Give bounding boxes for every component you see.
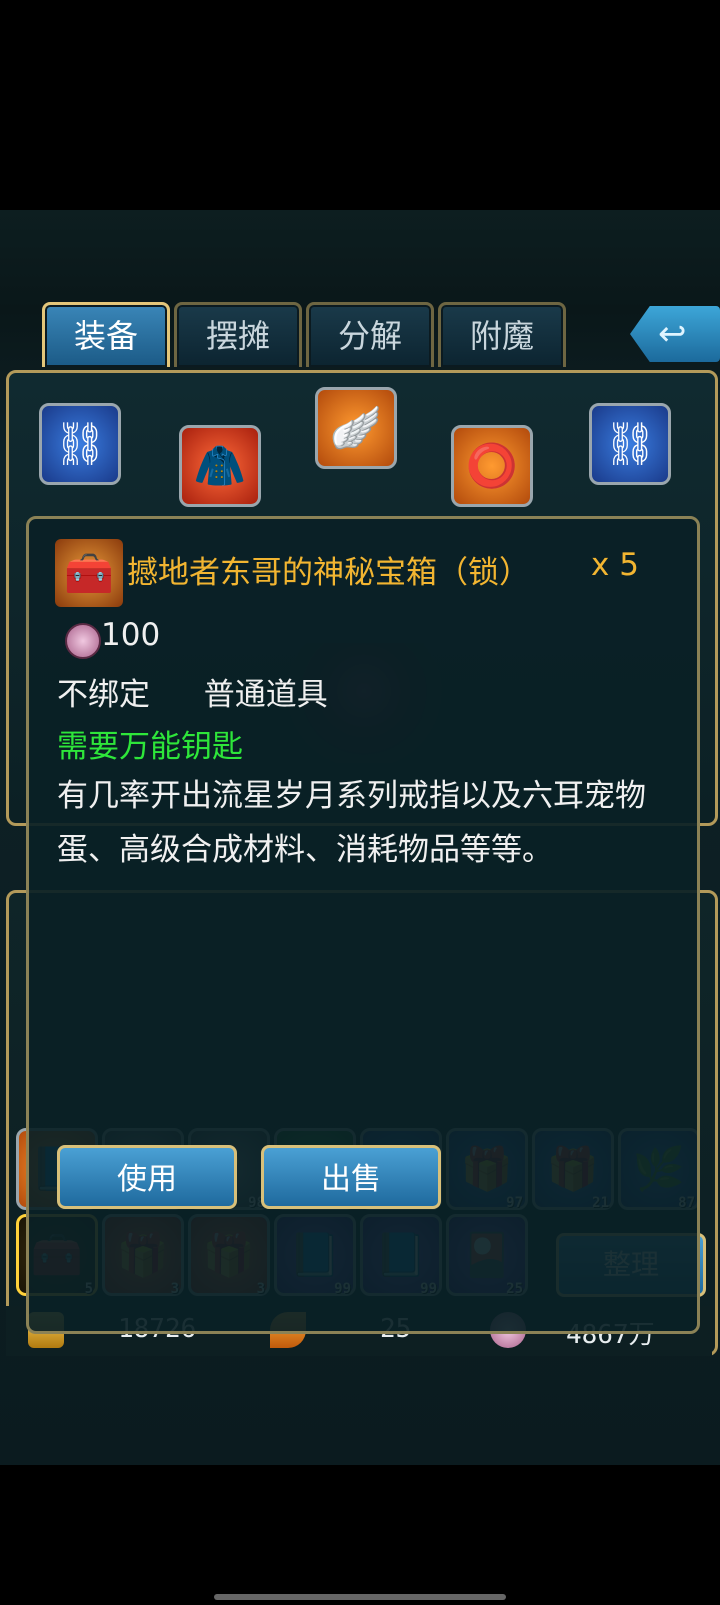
home-indicator[interactable] (214, 1594, 506, 1600)
bind-status: 不绑定 (57, 677, 150, 713)
tab-enchant[interactable]: 附魔 (438, 302, 566, 367)
treasure-chest-icon: 🧰 (55, 539, 123, 607)
item-bind-type: 不绑定 普通道具 (57, 669, 328, 714)
game-screen: 装备 摆摊 分解 附魔 ↩ ⛓ 🧥 🪽 ⭕ ⛓ 📘 2 ? 99 ? 98 🎴 … (0, 210, 720, 1465)
sell-button[interactable]: 出售 (261, 1145, 441, 1209)
back-arrow-icon: ↩ (658, 314, 687, 354)
equip-slot-necklace-right[interactable]: ⛓ (589, 403, 671, 485)
equip-slot-armor[interactable]: 🧥 (179, 425, 261, 507)
equip-slot-necklace-left[interactable]: ⛓ (39, 403, 121, 485)
equip-slot-wings[interactable]: 🪽 (315, 387, 397, 469)
item-price: 100 (101, 617, 161, 653)
tab-stall[interactable]: 摆摊 (174, 302, 302, 367)
coin-icon (65, 623, 101, 659)
tab-equipment[interactable]: 装备 (42, 302, 170, 367)
item-requirement: 需要万能钥匙 (57, 729, 243, 765)
back-button[interactable]: ↩ (630, 306, 720, 362)
use-button[interactable]: 使用 (57, 1145, 237, 1209)
equip-slot-bracer[interactable]: ⭕ (451, 425, 533, 507)
item-quantity: x 5 (591, 547, 639, 583)
item-name: 撼地者东哥的神秘宝箱（锁） (127, 555, 530, 591)
item-type: 普通道具 (203, 677, 328, 713)
tab-decompose[interactable]: 分解 (306, 302, 434, 367)
item-tooltip: 🧰 撼地者东哥的神秘宝箱（锁） x 5 100 不绑定 普通道具 需要万能钥匙 … (26, 516, 700, 1334)
item-description: 有几率开出流星岁月系列戒指以及六耳宠物蛋、高级合成材料、消耗物品等等。 (57, 778, 646, 868)
